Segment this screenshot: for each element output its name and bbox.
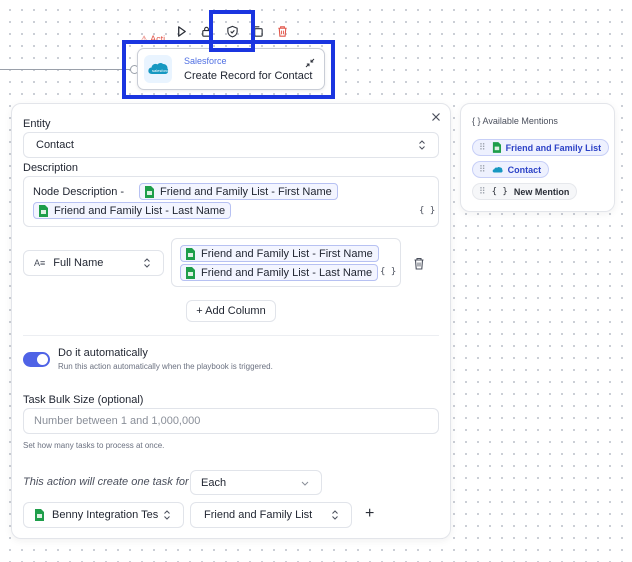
- run-button[interactable]: [171, 20, 192, 42]
- auto-run-subtitle: Run this action automatically when the p…: [58, 362, 273, 371]
- task-for-text: This action will create one task for: [23, 476, 189, 488]
- task-for-select[interactable]: Each: [190, 470, 322, 495]
- description-label: Description: [23, 162, 79, 174]
- add-column-button[interactable]: + Add Column: [186, 300, 276, 322]
- entity-select[interactable]: Contact: [23, 132, 439, 158]
- chevron-up-down-icon: [332, 510, 338, 520]
- chevron-down-icon: [301, 481, 309, 486]
- source-list-value: Friend and Family List: [204, 509, 313, 521]
- insert-variable-icon[interactable]: { }: [380, 267, 396, 277]
- toggle-knob: [37, 354, 48, 365]
- mention-chip[interactable]: Friend and Family List - Last Name: [180, 264, 379, 281]
- mention-chip[interactable]: Friend and Family List - First Name: [180, 245, 379, 262]
- mentions-title: { } Available Mentions: [472, 116, 558, 126]
- column-field-select[interactable]: A≡ Full Name: [23, 250, 164, 276]
- sheet-icon: [492, 142, 501, 153]
- auto-run-title: Do it automatically: [58, 347, 148, 359]
- mention-chip[interactable]: Friend and Family List - First Name: [139, 183, 338, 200]
- flow-connector-line: [0, 69, 134, 70]
- mention-chip[interactable]: Friend and Family List - Last Name: [33, 202, 232, 219]
- description-field[interactable]: Node Description - Friend and Family Lis…: [23, 176, 439, 227]
- mention-item-new-mention[interactable]: ⠿ { } New Mention: [472, 183, 578, 200]
- chevron-up-down-icon: [164, 510, 170, 520]
- chevron-up-down-icon: [419, 140, 425, 150]
- sheet-icon: [186, 247, 195, 260]
- drag-handle-icon[interactable]: ⠿: [479, 142, 486, 153]
- sheet-icon: [145, 185, 154, 198]
- trash-icon[interactable]: [413, 257, 425, 270]
- task-for-value: Each: [201, 476, 227, 489]
- mention-item-contact[interactable]: ⠿ Contact: [472, 161, 550, 178]
- section-divider: [23, 335, 439, 336]
- chevron-up-down-icon: [144, 258, 150, 268]
- drag-handle-icon[interactable]: ⠿: [479, 164, 486, 175]
- column-field-value: Full Name: [53, 257, 104, 269]
- column-value-field[interactable]: Friend and Family List - First Name Frie…: [171, 238, 401, 287]
- bulk-size-input[interactable]: Number between 1 and 1,000,000: [23, 408, 439, 434]
- delete-node-button[interactable]: [272, 20, 293, 42]
- play-icon: [178, 25, 186, 37]
- bulk-size-help: Set how many tasks to process at once.: [23, 441, 165, 450]
- entity-value: Contact: [36, 139, 74, 151]
- sheet-icon: [35, 509, 44, 521]
- source-integration-value: Benny Integration Tes: [52, 509, 159, 521]
- bulk-size-label: Task Bulk Size (optional): [23, 394, 144, 406]
- drag-handle-icon[interactable]: ⠿: [479, 186, 486, 197]
- bulk-size-placeholder: Number between 1 and 1,000,000: [34, 415, 201, 427]
- salesforce-icon: [492, 166, 503, 172]
- description-prefix: Node Description -: [33, 186, 125, 198]
- entity-label: Entity: [23, 118, 51, 130]
- sheet-icon: [39, 204, 48, 217]
- text-field-icon: A≡: [34, 258, 46, 268]
- mention-item-friend-and-family-list[interactable]: ⠿ Friend and Family List: [472, 139, 610, 156]
- trash-icon: [278, 25, 287, 37]
- braces-icon: { }: [491, 186, 508, 197]
- close-icon[interactable]: [430, 111, 442, 123]
- source-list-select[interactable]: Friend and Family List: [190, 502, 352, 528]
- add-source-button[interactable]: +: [365, 505, 374, 523]
- auto-run-toggle[interactable]: [23, 352, 50, 367]
- insert-variable-icon[interactable]: { }: [419, 206, 435, 216]
- source-integration-select[interactable]: Benny Integration Tes: [23, 502, 184, 528]
- highlight-box-node: [122, 40, 335, 99]
- sheet-icon: [186, 266, 195, 279]
